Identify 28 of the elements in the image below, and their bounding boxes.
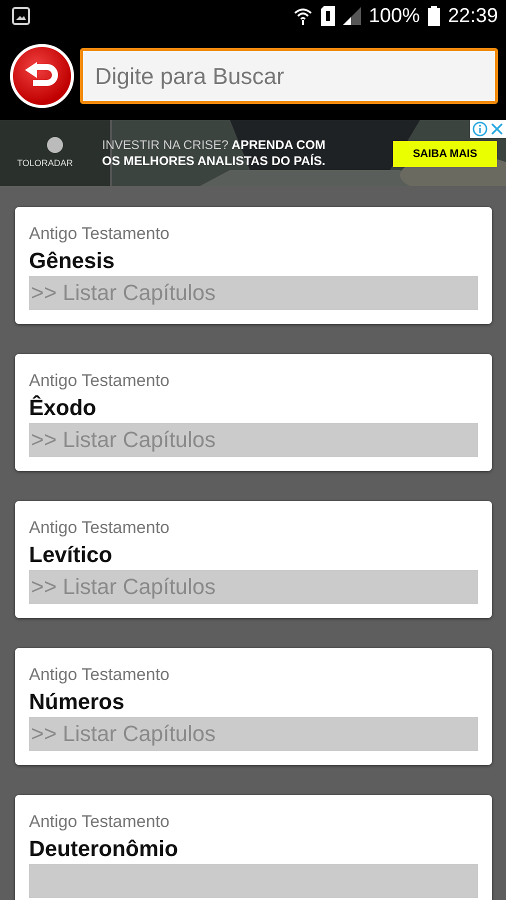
signal-icon [342,7,361,25]
search-field[interactable]: Digite para Buscar [80,48,498,104]
close-icon[interactable] [490,122,504,136]
learn-more-button[interactable]: SAIBA MAIS [393,141,497,167]
testament-label: Antigo Testamento [29,370,170,392]
book-card[interactable]: Antigo Testamento Deuteronômio [15,795,492,900]
book-title: Gênesis [29,247,116,275]
book-card[interactable]: Antigo Testamento Números >> Listar Capítulos [15,648,492,765]
book-card[interactable]: Antigo Testamento Êxodo >> Listar Capítulos [15,354,492,471]
book-card[interactable]: Antigo Testamento Gênesis >> Listar Capítulos [15,207,492,324]
book-card[interactable]: Antigo Testamento Levítico >> Listar Capítulos [15,501,492,618]
clock-time: 22:39 [448,4,498,28]
wifi-icon [292,6,313,26]
testament-label: Antigo Testamento [29,223,170,245]
ad-headline: INVESTIR NA CRISE? APRENDA COM OS MELHORES ANALISTAS DO PAÍS. [102,137,326,169]
testament-label: Antigo Testamento [29,811,170,833]
book-title: Levítico [29,541,114,569]
battery-icon [428,6,440,26]
testament-label: Antigo Testamento [29,517,170,539]
image-icon [12,7,30,25]
battery-percent: 100% [368,4,420,28]
brand-logo-text: TOLORADAR [16,158,74,168]
book-title: Êxodo [29,394,98,422]
info-icon[interactable] [472,121,488,137]
testament-label: Antigo Testamento [29,664,170,686]
book-title: Deuteronômio [29,835,180,863]
sim-icon [320,6,335,26]
book-title: Números [29,688,126,716]
